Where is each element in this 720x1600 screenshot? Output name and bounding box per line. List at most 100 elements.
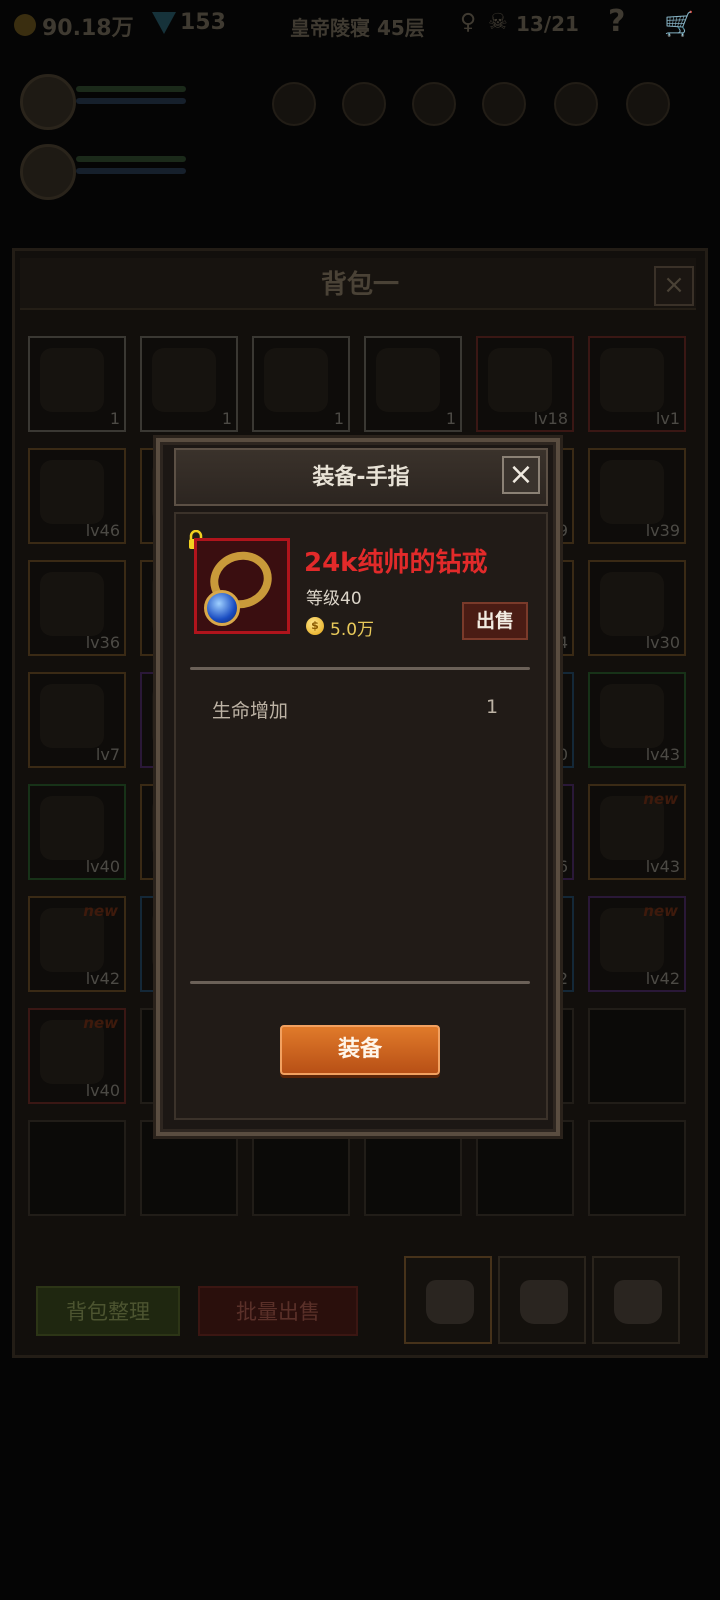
skull-icon: ☠ xyxy=(488,10,508,35)
stat-value: 1 xyxy=(486,696,499,718)
item-icon xyxy=(40,460,104,524)
hero-portrait xyxy=(20,144,76,200)
equip-button[interactable]: 装备 xyxy=(280,1025,440,1075)
inventory-slot[interactable]: lv30 xyxy=(588,560,686,656)
item-icon xyxy=(600,460,664,524)
top-hud: 90.18万 153 皇帝陵寝 45层 ♀ ☠ 13/21 ? 🛒 xyxy=(0,0,720,52)
hero-mp-bar xyxy=(76,98,186,104)
item-icon xyxy=(40,348,104,412)
item-level-label: lv46 xyxy=(85,521,120,540)
inventory-slot[interactable] xyxy=(588,1120,686,1216)
gem-amount: 153 xyxy=(180,10,226,35)
tower-floor: 皇帝陵寝 45层 xyxy=(290,16,425,40)
skill-slot xyxy=(342,82,386,126)
item-level-label: 1 xyxy=(221,409,232,428)
backpack-icon xyxy=(614,1280,662,1324)
backpack-icon xyxy=(520,1280,568,1324)
item-level-label: lv40 xyxy=(85,857,120,876)
inventory-slot[interactable]: lv7 xyxy=(28,672,126,768)
item-icon xyxy=(40,796,104,860)
sort-backpack-button[interactable]: 背包整理 xyxy=(36,1286,180,1336)
hero-hp-bar xyxy=(76,156,186,162)
item-icon xyxy=(152,348,216,412)
item-level-label: lv30 xyxy=(645,633,680,652)
new-badge: new xyxy=(83,902,118,920)
inventory-slot[interactable]: new lv42 xyxy=(28,896,126,992)
item-icon xyxy=(40,684,104,748)
inventory-slot[interactable]: lv1 xyxy=(588,336,686,432)
divider xyxy=(190,667,530,670)
inventory-slot[interactable] xyxy=(588,1008,686,1104)
skill-slot xyxy=(272,82,316,126)
coin-icon: $ xyxy=(306,617,324,635)
item-level-label: lv42 xyxy=(85,969,120,988)
item-icon xyxy=(488,348,552,412)
skill-slot xyxy=(626,82,670,126)
backpack-tab-1[interactable] xyxy=(404,1256,492,1344)
backpack-title: 背包一 xyxy=(320,270,399,300)
help-icon[interactable]: ? xyxy=(608,4,625,39)
item-level-label: 1 xyxy=(333,409,344,428)
skill-slot xyxy=(482,82,526,126)
item-level-label: 1 xyxy=(445,409,456,428)
hero-hp-bar xyxy=(76,86,186,92)
item-level-label: 1 xyxy=(109,409,120,428)
inventory-slot[interactable]: 1 xyxy=(140,336,238,432)
inventory-slot[interactable]: lv39 xyxy=(588,448,686,544)
dialog-close-button[interactable]: × xyxy=(502,456,540,494)
ring-gem-icon xyxy=(204,590,240,626)
backpack-close-button[interactable]: × xyxy=(654,266,694,306)
inventory-slot[interactable]: new lv42 xyxy=(588,896,686,992)
item-price: 5.0万 xyxy=(330,620,375,640)
item-icon xyxy=(600,572,664,636)
item-icon xyxy=(376,348,440,412)
gem-icon xyxy=(152,12,176,34)
item-level-label: lv43 xyxy=(645,745,680,764)
new-badge: new xyxy=(83,1014,118,1032)
inventory-slot[interactable]: 1 xyxy=(364,336,462,432)
shop-cart-icon[interactable]: 🛒 xyxy=(664,10,694,38)
inventory-slot[interactable]: lv46 xyxy=(28,448,126,544)
new-badge: new xyxy=(643,902,678,920)
skill-slot xyxy=(554,82,598,126)
backpack-icon xyxy=(426,1280,474,1324)
hero-mp-bar xyxy=(76,168,186,174)
hero-portrait xyxy=(20,74,76,130)
item-icon xyxy=(600,348,664,412)
item-level-label: lv1 xyxy=(655,409,680,428)
item-level-label: lv36 xyxy=(85,633,120,652)
item-level-label: lv7 xyxy=(95,745,120,764)
item-level-label: lv18 xyxy=(533,409,568,428)
item-level-label: lv42 xyxy=(645,969,680,988)
gold-coin-icon xyxy=(14,14,36,36)
new-badge: new xyxy=(643,790,678,808)
item-icon xyxy=(40,572,104,636)
item-icon xyxy=(600,684,664,748)
divider xyxy=(190,981,530,984)
skill-slot xyxy=(412,82,456,126)
item-level-label: lv40 xyxy=(85,1081,120,1100)
inventory-slot[interactable]: new lv43 xyxy=(588,784,686,880)
inventory-slot[interactable]: 1 xyxy=(252,336,350,432)
inventory-slot[interactable]: lv36 xyxy=(28,560,126,656)
inventory-slot[interactable]: lv18 xyxy=(476,336,574,432)
inventory-slot[interactable]: 1 xyxy=(28,336,126,432)
item-level: 等级40 xyxy=(306,589,362,609)
dialog-title: 装备-手指 xyxy=(312,465,410,490)
item-level-label: lv43 xyxy=(645,857,680,876)
item-icon xyxy=(264,348,328,412)
gold-amount: 90.18万 xyxy=(42,16,134,41)
item-level-label: lv39 xyxy=(645,521,680,540)
kill-count: 13/21 xyxy=(516,12,579,36)
inventory-slot[interactable]: lv43 xyxy=(588,672,686,768)
key-icon: ♀ xyxy=(460,10,477,35)
stat-name: 生命增加 xyxy=(212,700,289,722)
inventory-slot[interactable] xyxy=(28,1120,126,1216)
inventory-slot[interactable]: lv40 xyxy=(28,784,126,880)
backpack-tab-3[interactable] xyxy=(592,1256,680,1344)
bulk-sell-button[interactable]: 批量出售 xyxy=(198,1286,358,1336)
inventory-slot[interactable]: new lv40 xyxy=(28,1008,126,1104)
sell-button[interactable]: 出售 xyxy=(462,602,528,640)
item-name: 24k纯帅的钻戒 xyxy=(304,548,488,578)
backpack-tab-2[interactable] xyxy=(498,1256,586,1344)
